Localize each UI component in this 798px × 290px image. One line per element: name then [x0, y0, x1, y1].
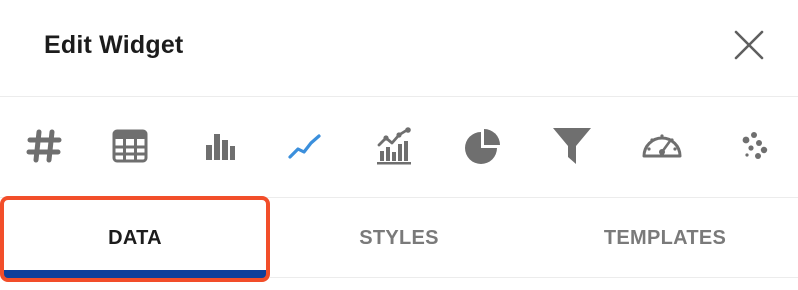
widget-type-scatter[interactable]	[728, 122, 776, 170]
active-tab-indicator	[2, 270, 268, 278]
widget-type-line[interactable]	[280, 122, 328, 170]
widget-type-selector	[0, 97, 798, 197]
pie-chart-icon	[465, 129, 500, 164]
widget-type-number[interactable]	[20, 122, 68, 170]
panel-header: Edit Widget	[0, 0, 798, 96]
close-icon	[734, 30, 764, 60]
tab-bar-bottom-border	[270, 277, 798, 278]
tab-bar: DATA STYLES TEMPLATES	[0, 198, 798, 278]
widget-type-pie[interactable]	[459, 122, 507, 170]
tab-templates[interactable]: TEMPLATES	[532, 198, 798, 278]
tab-styles[interactable]: STYLES	[266, 198, 532, 278]
widget-type-gauge[interactable]	[638, 122, 686, 170]
widget-type-combo[interactable]	[370, 122, 418, 170]
close-button[interactable]	[728, 26, 768, 66]
table-icon	[112, 129, 148, 163]
edit-widget-panel: Edit Widget DATA STYLES TEMPLATES	[0, 0, 798, 290]
tab-data[interactable]: DATA	[2, 198, 268, 278]
widget-type-funnel[interactable]	[548, 122, 596, 170]
scatter-icon	[742, 132, 768, 159]
widget-type-bar[interactable]	[195, 122, 243, 170]
widget-type-table[interactable]	[106, 122, 154, 170]
gauge-icon	[642, 134, 682, 158]
panel-title: Edit Widget	[44, 31, 184, 59]
combo-chart-icon	[377, 127, 411, 165]
line-chart-icon	[288, 134, 321, 159]
funnel-icon	[553, 128, 591, 164]
hash-icon	[26, 129, 62, 163]
bar-chart-icon	[206, 134, 235, 160]
